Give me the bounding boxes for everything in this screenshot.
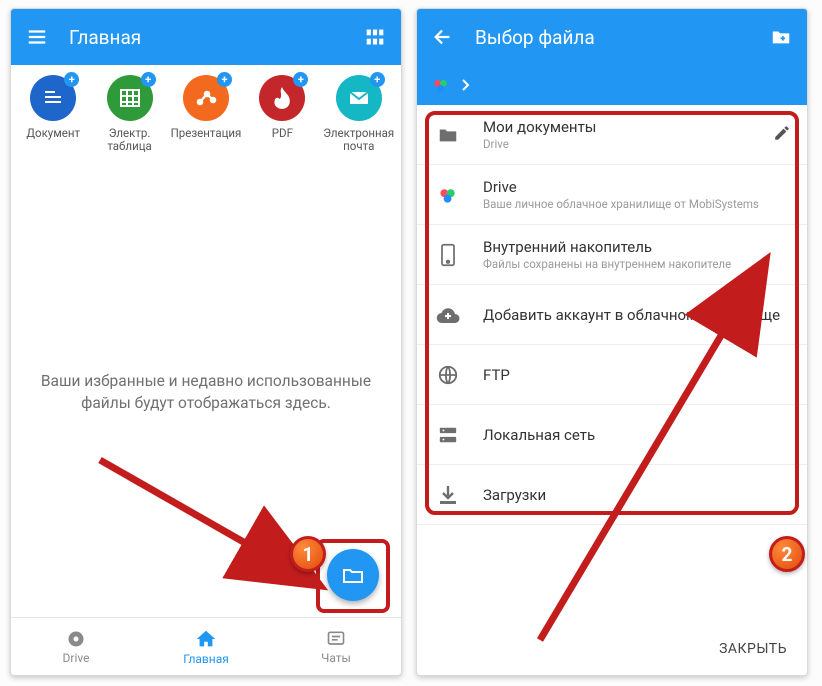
row-ftp[interactable]: FTP [417,345,807,405]
nav-chats[interactable]: Чаты [271,618,401,675]
row-internal-storage[interactable]: Внутренний накопительФайлы сохранены на … [417,225,807,285]
create-presentation[interactable]: + Презентация [169,75,243,163]
drive-icon [435,184,461,206]
download-icon [435,484,461,506]
file-source-list: Мои документыDrive DriveВаше личное обла… [417,105,807,623]
plus-icon: + [293,72,308,87]
plus-icon: + [217,72,232,87]
hamburger-icon[interactable] [25,25,49,49]
new-folder-icon[interactable] [769,25,793,49]
empty-state-text: Ваши избранные и недавно использованные … [31,370,381,415]
create-email[interactable]: + Электронная почта [322,75,396,163]
breadcrumb[interactable] [417,65,807,105]
nav-home[interactable]: Главная [141,618,271,675]
chevron-right-icon [461,78,471,92]
fab-open-folder[interactable] [327,549,379,601]
cloud-plus-icon [435,305,461,325]
plus-icon: + [64,72,79,87]
annotation-badge-1: 1 [290,536,326,572]
phone-home: Главная + Документ + Электр. таблица + [10,8,402,676]
annotation-badge-2: 2 [769,536,805,572]
back-arrow-icon[interactable] [431,25,455,49]
phone-file-picker: Выбор файла Мои документыDrive DriveВаше… [416,8,808,676]
appbar-title: Выбор файла [475,26,749,49]
nav-drive[interactable]: Drive [11,618,141,675]
bottom-nav: Drive Главная Чаты [11,617,401,675]
plus-icon: + [370,72,385,87]
dialog-footer: ЗАКРЫТЬ [417,623,807,675]
lan-icon [435,425,461,445]
row-downloads[interactable]: Загрузки [417,465,807,525]
row-add-cloud-account[interactable]: Добавить аккаунт в облачном хранилище [417,285,807,345]
globe-icon [435,364,461,386]
appbar-picker: Выбор файла [417,9,807,65]
folder-icon [435,124,461,146]
pencil-icon[interactable] [773,124,791,146]
row-my-documents[interactable]: Мои документыDrive [417,105,807,165]
create-row: + Документ + Электр. таблица + Презентац… [11,65,401,167]
create-pdf[interactable]: + PDF [245,75,319,163]
phone-storage-icon [435,243,461,267]
create-document[interactable]: + Документ [16,75,90,163]
drive-root-icon [431,75,451,95]
plus-icon: + [141,72,156,87]
view-grid-icon[interactable] [363,25,387,49]
appbar-home: Главная [11,9,401,65]
create-spreadsheet[interactable]: + Электр. таблица [93,75,167,163]
empty-state: Ваши избранные и недавно использованные … [11,167,401,617]
row-drive[interactable]: DriveВаше личное облачное хранилище от M… [417,165,807,225]
close-button[interactable]: ЗАКРЫТЬ [719,641,787,657]
appbar-title: Главная [69,26,343,49]
row-local-network[interactable]: Локальная сеть [417,405,807,465]
